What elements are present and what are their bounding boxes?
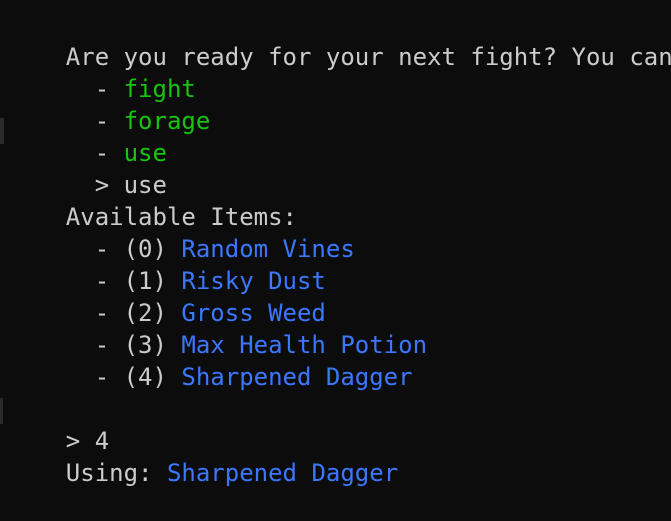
terminal-window[interactable]: Are you ready for your next fight? You c…: [0, 0, 671, 487]
prompt-question-text: Are you ready for your next fight? You c…: [65, 43, 671, 71]
inventory-item-prefix: - (1): [65, 267, 182, 295]
inventory-item-name: Random Vines: [181, 235, 355, 263]
inventory-item-name: Risky Dust: [181, 267, 326, 295]
inventory-item-prefix: - (4): [65, 363, 182, 391]
option-bullet: -: [65, 107, 124, 135]
prompt-question: Are you ready for your next fight? You c…: [0, 9, 671, 71]
using-result-item: Sharpened Dagger: [166, 459, 399, 487]
inventory-item-name: Max Health Potion: [181, 331, 428, 359]
inventory-item-prefix: - (0): [65, 235, 182, 263]
inventory-item-name: Sharpened Dagger: [181, 363, 413, 391]
option-label-forage: forage: [123, 107, 211, 135]
inventory-title-text: Available Items:: [65, 203, 297, 231]
selection-marker: >: [65, 171, 124, 199]
option-label-use: use: [123, 139, 167, 167]
user-input-text: > 4: [65, 427, 110, 455]
user-input-line[interactable]: > 4: [0, 393, 671, 455]
option-bullet: -: [65, 139, 124, 167]
option-bullet: -: [65, 75, 124, 103]
option-label-fight: fight: [123, 75, 196, 103]
terminal-left-edge-marker: [0, 118, 4, 144]
inventory-item-prefix: - (3): [65, 331, 182, 359]
using-result-prefix: Using:: [65, 459, 167, 487]
input-left-edge-marker: [0, 398, 3, 424]
inventory-item-name: Gross Weed: [181, 299, 326, 327]
selected-option-label: use: [123, 171, 167, 199]
inventory-item-prefix: - (2): [65, 299, 182, 327]
